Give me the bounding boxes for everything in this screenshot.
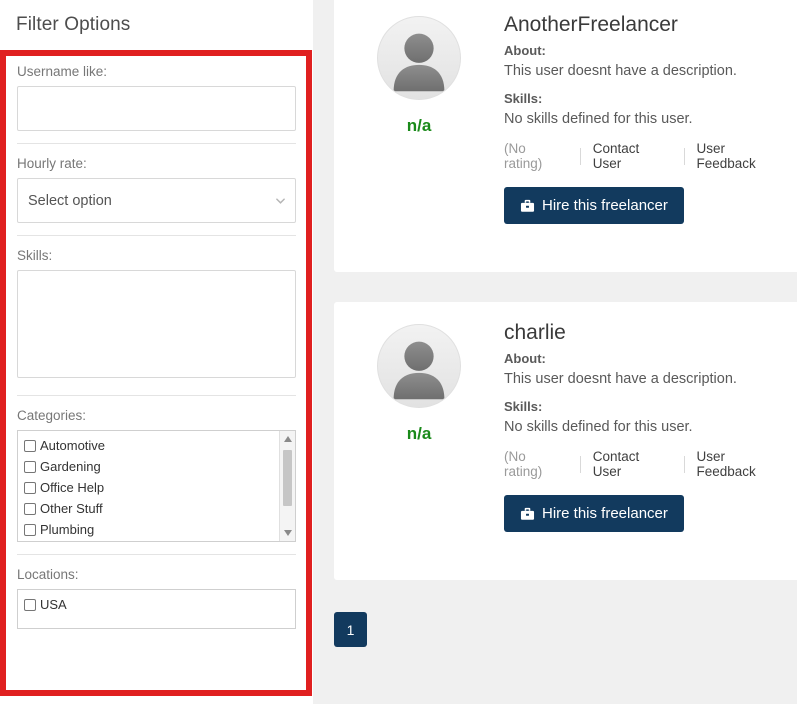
hire-button-label: Hire this freelancer — [542, 505, 668, 523]
hourly-rate-select[interactable]: Select option — [17, 178, 296, 223]
username-field-group: Username like: — [17, 64, 296, 143]
skills-text: No skills defined for this user. — [504, 419, 693, 436]
hourly-rate-label: Hourly rate: — [17, 156, 87, 171]
checkbox-icon[interactable] — [24, 598, 36, 611]
list-item[interactable]: USA — [24, 594, 295, 615]
filter-sidebar: Filter Options Username like: Hourly rat… — [0, 0, 313, 704]
card-details: charlie About: This user doesnt have a d… — [504, 320, 797, 560]
list-item-label: USA — [40, 597, 67, 612]
card-avatar-column: n/a — [334, 320, 504, 560]
about-text: This user doesnt have a description. — [504, 63, 737, 80]
checkbox-icon[interactable] — [24, 460, 36, 473]
rating-badge: n/a — [406, 116, 432, 135]
hire-button-label: Hire this freelancer — [542, 197, 668, 215]
page-title: Filter Options — [16, 14, 131, 35]
freelancer-username: charlie — [504, 321, 566, 344]
scrollbar-thumb[interactable] — [283, 450, 292, 506]
skills-label: Skills: — [504, 91, 543, 107]
pagination-page-1[interactable]: 1 — [334, 612, 367, 647]
categories-options: Automotive Gardening Office Help Other S… — [18, 431, 279, 541]
page-root: Filter Options Username like: Hourly rat… — [0, 0, 797, 704]
freelancer-card: n/a charlie About: This user doesnt have… — [334, 302, 797, 580]
divider-4 — [17, 554, 296, 555]
card-meta-row: (No rating) Contact User User Feedback — [504, 141, 797, 171]
freelancer-results: n/a AnotherFreelancer About: This user d… — [313, 0, 797, 704]
skills-text: No skills defined for this user. — [504, 111, 693, 128]
freelancer-card: n/a AnotherFreelancer About: This user d… — [334, 0, 797, 272]
filter-form: Username like: Hourly rate: Select optio… — [0, 50, 313, 704]
checkbox-icon[interactable] — [24, 523, 36, 536]
rating-badge: n/a — [406, 424, 432, 443]
card-meta-row: (No rating) Contact User User Feedback — [504, 449, 797, 479]
list-item[interactable]: Office Help — [24, 477, 279, 498]
hourly-rate-selected-value[interactable]: Select option — [17, 178, 296, 223]
locations-label: Locations: — [17, 567, 79, 582]
hire-freelancer-button[interactable]: Hire this freelancer — [504, 495, 684, 533]
list-item[interactable]: Plumbing — [24, 519, 279, 540]
scroll-up-icon[interactable] — [280, 431, 295, 447]
card-avatar-column: n/a — [334, 12, 504, 252]
list-item[interactable]: Other Stuff — [24, 498, 279, 519]
list-item[interactable]: Automotive — [24, 435, 279, 456]
categories-group: Categories: Automotive Gardening Office … — [17, 408, 296, 554]
pagination: 1 — [334, 612, 367, 647]
skills-group: Skills: — [17, 248, 296, 395]
rating-text: (No rating) — [504, 449, 543, 480]
locations-group: Locations: USA — [17, 567, 296, 641]
list-item-label: Automotive — [40, 438, 106, 453]
categories-listbox[interactable]: Automotive Gardening Office Help Other S… — [17, 430, 296, 542]
skills-label: Skills: — [17, 248, 53, 263]
freelancer-username: AnotherFreelancer — [504, 13, 678, 36]
list-item-label: Gardening — [40, 459, 101, 474]
locations-listbox[interactable]: USA — [17, 589, 296, 629]
contact-user-link[interactable]: Contact User — [581, 449, 684, 479]
categories-scrollbar[interactable] — [279, 431, 295, 541]
about-label: About: — [504, 43, 546, 59]
about-label: About: — [504, 351, 546, 367]
rating-text: (No rating) — [504, 141, 543, 172]
divider-3 — [17, 395, 296, 396]
contact-user-link[interactable]: Contact User — [581, 141, 684, 171]
skills-label: Skills: — [504, 399, 543, 415]
checkbox-icon[interactable] — [24, 502, 36, 515]
chevron-down-icon — [276, 196, 285, 205]
divider-2 — [17, 235, 296, 236]
skills-textarea[interactable] — [17, 270, 296, 378]
checkbox-icon[interactable] — [24, 481, 36, 494]
locations-options: USA — [18, 590, 295, 628]
briefcase-icon — [520, 507, 535, 521]
sidebar-header: Filter Options — [0, 0, 313, 50]
categories-label: Categories: — [17, 408, 87, 423]
about-text: This user doesnt have a description. — [504, 371, 737, 388]
checkbox-icon[interactable] — [24, 439, 36, 452]
list-item-label: Other Stuff — [40, 501, 103, 516]
user-feedback-link[interactable]: User Feedback — [685, 449, 797, 479]
list-item-label: Office Help — [40, 480, 105, 495]
scroll-down-icon[interactable] — [280, 525, 295, 541]
user-feedback-link[interactable]: User Feedback — [685, 141, 797, 171]
username-input[interactable] — [17, 86, 296, 131]
hourly-rate-group: Hourly rate: Select option — [17, 156, 296, 235]
username-label: Username like: — [17, 64, 108, 79]
list-item-label: Plumbing — [40, 522, 95, 537]
card-details: AnotherFreelancer About: This user doesn… — [504, 12, 797, 252]
hire-freelancer-button[interactable]: Hire this freelancer — [504, 187, 684, 225]
user-avatar-icon — [377, 16, 461, 100]
briefcase-icon — [520, 199, 535, 213]
list-item[interactable]: Gardening — [24, 456, 279, 477]
user-avatar-icon — [377, 324, 461, 408]
divider-1 — [17, 143, 296, 144]
